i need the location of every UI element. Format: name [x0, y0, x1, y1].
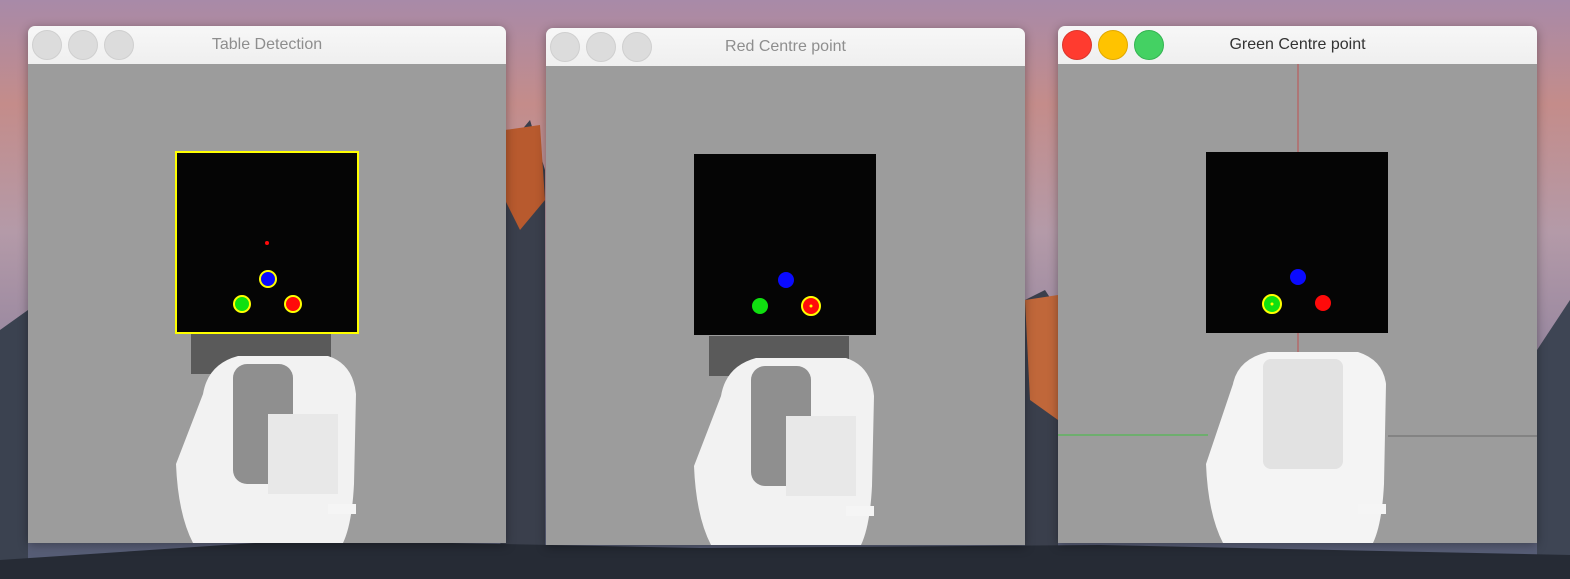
ball-green	[233, 295, 251, 313]
titlebar[interactable]: Red Centre point	[546, 28, 1025, 67]
window-green-centre-point[interactable]: Green Centre point	[1058, 26, 1537, 543]
ball-blue	[778, 272, 794, 288]
camera-view	[546, 66, 1025, 545]
robot-arm	[694, 358, 874, 545]
window-title: Red Centre point	[725, 38, 846, 55]
camera-image	[1058, 64, 1537, 543]
robot-arm	[1206, 352, 1386, 543]
ball-blue	[259, 270, 277, 288]
red-centre-marker	[809, 304, 813, 308]
camera-image	[694, 154, 876, 545]
window-red-centre-point[interactable]: Red Centre point	[546, 28, 1025, 545]
ball-red	[284, 295, 302, 313]
table-surface	[1206, 152, 1388, 333]
ball-blue	[1290, 269, 1306, 285]
robot-arm	[176, 356, 356, 543]
window-title: Table Detection	[211, 36, 323, 53]
window-title: Green Centre point	[1229, 36, 1366, 53]
table-centre-marker	[265, 241, 269, 245]
table-surface	[694, 154, 876, 335]
ball-red	[1315, 295, 1331, 311]
titlebar[interactable]: Table Detection	[28, 26, 506, 65]
window-table-detection[interactable]: Table Detection	[28, 26, 506, 543]
camera-view	[28, 64, 506, 543]
green-centre-marker	[1270, 302, 1274, 306]
camera-view	[1058, 64, 1537, 543]
ball-green	[752, 298, 768, 314]
camera-image	[175, 151, 359, 543]
titlebar[interactable]: Green Centre point	[1058, 26, 1537, 65]
